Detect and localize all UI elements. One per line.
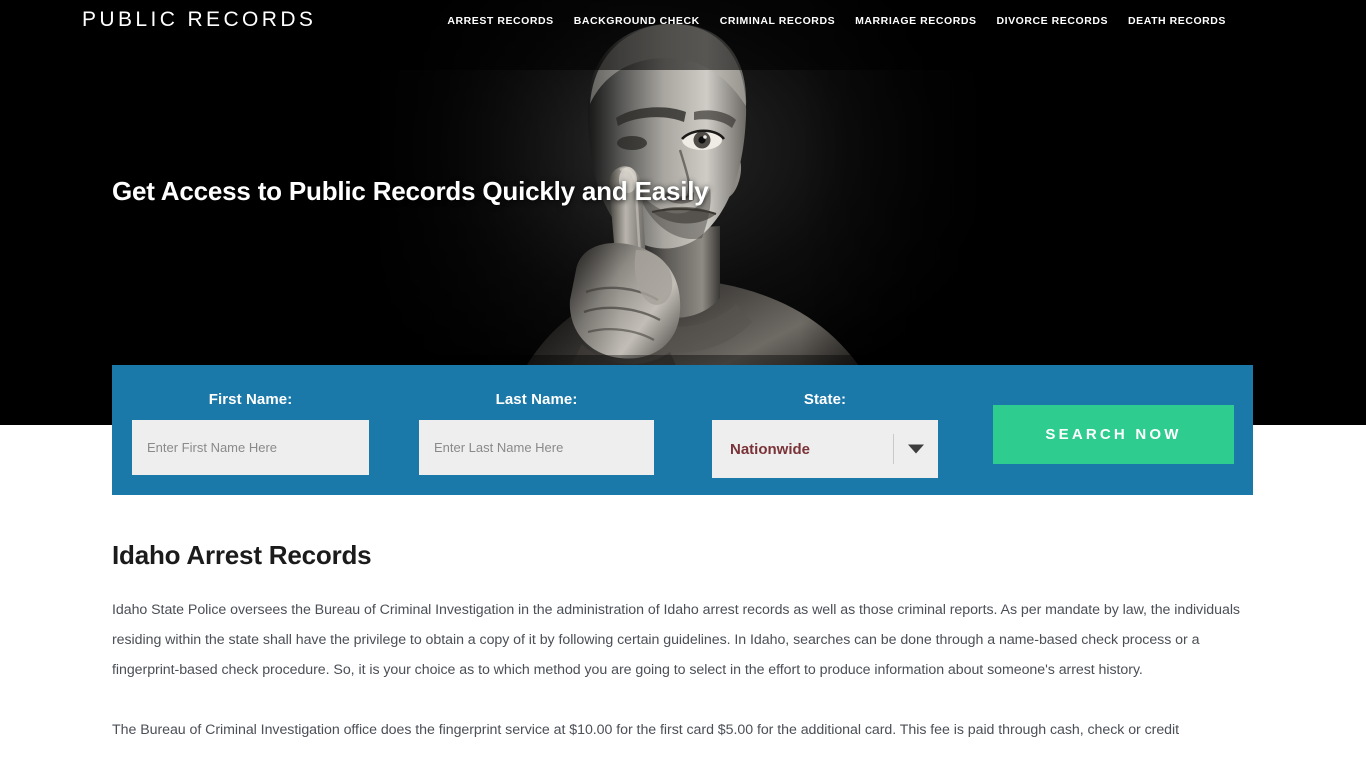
page-root: PUBLIC RECORDS ARREST RECORDS BACKGROUND… bbox=[0, 0, 1366, 768]
nav-item-marriage-records[interactable]: MARRIAGE RECORDS bbox=[845, 15, 986, 27]
chevron-down-icon[interactable] bbox=[908, 444, 924, 454]
site-header: PUBLIC RECORDS ARREST RECORDS BACKGROUND… bbox=[0, 0, 1366, 44]
hero-section bbox=[0, 0, 1366, 425]
site-logo[interactable]: PUBLIC RECORDS bbox=[82, 8, 316, 32]
nav-item-arrest-records[interactable]: ARREST RECORDS bbox=[437, 15, 563, 27]
nav-item-criminal-records[interactable]: CRIMINAL RECORDS bbox=[710, 15, 845, 27]
state-selected-value: Nationwide bbox=[730, 440, 811, 458]
last-name-input[interactable] bbox=[419, 420, 654, 475]
page-title: Idaho Arrest Records bbox=[112, 540, 372, 570]
main-navigation: ARREST RECORDS BACKGROUND CHECK CRIMINAL… bbox=[437, 15, 1236, 27]
last-name-label: Last Name: bbox=[495, 391, 578, 408]
last-name-field-group: Last Name: bbox=[419, 391, 654, 475]
main-content: Idaho Arrest Records Idaho State Police … bbox=[112, 540, 1252, 768]
state-field-group: State: Nationwide bbox=[712, 391, 938, 478]
first-name-label: First Name: bbox=[208, 391, 293, 408]
content-paragraph-1: Idaho State Police oversees the Bureau o… bbox=[112, 602, 1240, 678]
hero-image bbox=[380, 0, 1000, 425]
state-select[interactable]: Nationwide bbox=[712, 420, 938, 478]
first-name-input[interactable] bbox=[132, 420, 369, 475]
nav-item-divorce-records[interactable]: DIVORCE RECORDS bbox=[987, 15, 1119, 27]
first-name-field-group: First Name: bbox=[132, 391, 369, 475]
select-divider bbox=[893, 434, 894, 464]
search-form: First Name: Last Name: State: Nationwide… bbox=[112, 365, 1253, 495]
search-now-button[interactable]: SEARCH NOW bbox=[993, 405, 1234, 464]
content-paragraph-2: The Bureau of Criminal Investigation off… bbox=[112, 722, 1180, 738]
nav-item-death-records[interactable]: DEATH RECORDS bbox=[1118, 15, 1236, 27]
hero-title: Get Access to Public Records Quickly and… bbox=[112, 176, 709, 206]
state-label: State: bbox=[803, 391, 847, 408]
nav-item-background-check[interactable]: BACKGROUND CHECK bbox=[564, 15, 710, 27]
